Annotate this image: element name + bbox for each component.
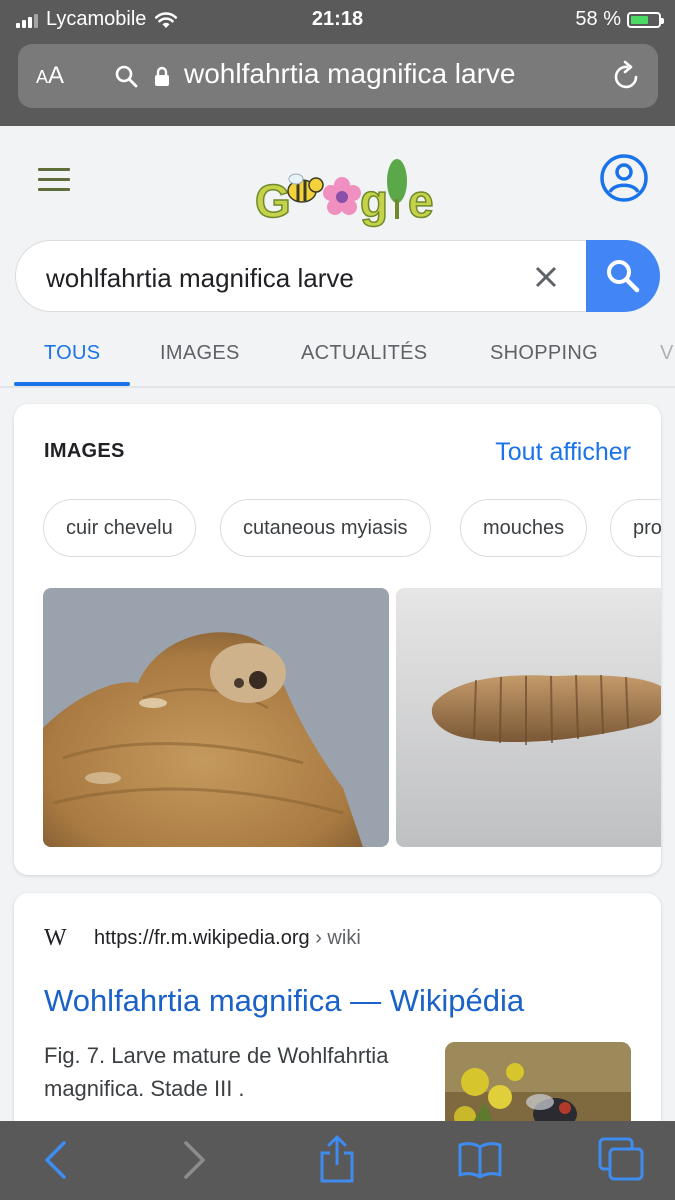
wikipedia-favicon: W bbox=[44, 925, 67, 951]
battery-icon bbox=[627, 11, 664, 28]
share-icon[interactable] bbox=[318, 1135, 356, 1183]
forward-icon[interactable] bbox=[182, 1139, 208, 1181]
search-result-card: W https://fr.m.wikipedia.org › wiki Wohl… bbox=[14, 893, 661, 1153]
chip-cutaneous-myiasis[interactable]: cutaneous myiasis bbox=[220, 499, 431, 557]
hamburger-menu-icon[interactable] bbox=[38, 168, 70, 198]
svg-text:e: e bbox=[408, 175, 434, 227]
url-text: wohlfahrtia magnifica larve bbox=[184, 58, 516, 89]
tabs-icon[interactable] bbox=[598, 1137, 644, 1181]
search-tabs: TOUS IMAGES ACTUALITÉS SHOPPING V bbox=[0, 330, 675, 386]
search-input[interactable]: wohlfahrtia magnifica larve bbox=[15, 240, 659, 312]
tabs-divider bbox=[0, 386, 675, 388]
result-title-link[interactable]: Wohlfahrtia magnifica — Wikipédia bbox=[44, 983, 524, 1019]
lock-icon bbox=[155, 66, 169, 86]
image-thumbnail-1[interactable] bbox=[43, 588, 389, 847]
address-bar[interactable]: AA wohlfahrtia magnifica larve bbox=[18, 44, 658, 108]
svg-text:g: g bbox=[360, 175, 388, 227]
back-icon[interactable] bbox=[42, 1139, 68, 1181]
google-doodle-logo[interactable]: G g e bbox=[250, 155, 440, 230]
chip-cuir-chevelu[interactable]: cuir chevelu bbox=[43, 499, 196, 557]
account-icon[interactable] bbox=[599, 153, 649, 203]
chip-more[interactable]: pro bbox=[610, 499, 661, 557]
reload-icon[interactable] bbox=[612, 60, 642, 92]
text-size-button[interactable]: AA bbox=[36, 62, 64, 90]
bookmarks-icon[interactable] bbox=[458, 1141, 502, 1179]
search-icon bbox=[115, 65, 138, 88]
tab-shopping[interactable]: SHOPPING bbox=[490, 342, 598, 365]
status-right: 58 % bbox=[575, 8, 664, 31]
chip-mouches[interactable]: mouches bbox=[460, 499, 588, 557]
tab-more[interactable]: V bbox=[660, 342, 674, 365]
status-bar: Lycamobile 21:18 58 % bbox=[0, 0, 675, 38]
browser-top-bar: Lycamobile 21:18 58 % AA wohlfahrtia mag… bbox=[0, 0, 675, 126]
search-query: wohlfahrtia magnifica larve bbox=[46, 263, 354, 293]
tab-all[interactable]: TOUS bbox=[44, 342, 100, 365]
search-button[interactable] bbox=[586, 240, 660, 312]
image-thumbnail-2[interactable] bbox=[396, 588, 661, 847]
browser-bottom-toolbar bbox=[0, 1121, 675, 1200]
tab-images[interactable]: IMAGES bbox=[160, 342, 240, 365]
clear-icon[interactable] bbox=[534, 265, 558, 289]
result-url[interactable]: https://fr.m.wikipedia.org › wiki bbox=[94, 927, 361, 950]
images-card: IMAGES Tout afficher cuir chevelu cutane… bbox=[14, 404, 661, 875]
battery-percent: 58 % bbox=[575, 8, 621, 30]
search-icon bbox=[607, 260, 640, 293]
result-snippet: Fig. 7. Larve mature de Wohlfahrtia magn… bbox=[44, 1043, 389, 1101]
status-time: 21:18 bbox=[311, 8, 364, 30]
svg-text:G: G bbox=[255, 175, 291, 227]
images-heading: IMAGES bbox=[44, 440, 125, 462]
see-all-link[interactable]: Tout afficher bbox=[495, 438, 631, 467]
tab-news[interactable]: ACTUALITÉS bbox=[301, 342, 427, 365]
